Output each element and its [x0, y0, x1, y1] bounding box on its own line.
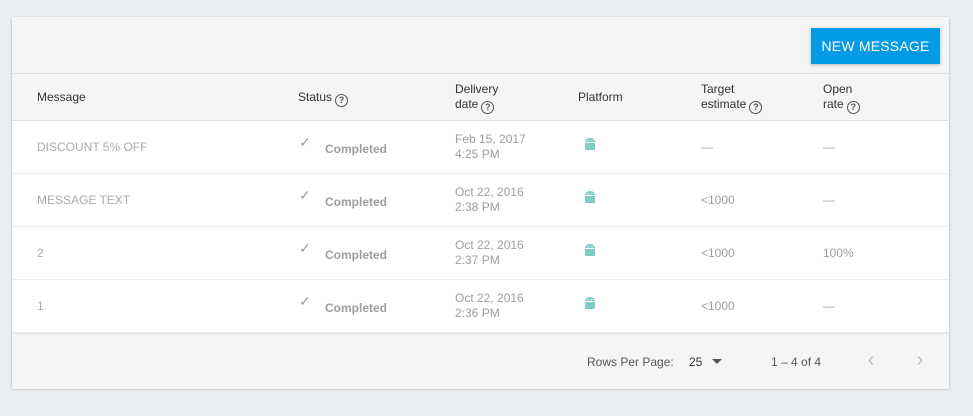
table-footer: Rows Per Page: 25 1 – 4 of 4 ‹ › [12, 333, 949, 389]
delivery-date: Oct 22, 2016 2:38 PM [455, 185, 524, 214]
help-icon[interactable]: ? [846, 101, 860, 114]
column-header-platform[interactable]: Platform [578, 90, 623, 105]
message-text: DISCOUNT 5% OFF [37, 140, 148, 154]
check-icon: ✓ [299, 134, 311, 150]
target-estimate: — [701, 140, 713, 154]
chevron-left-icon[interactable]: ‹ [860, 350, 882, 372]
check-icon: ✓ [299, 293, 311, 309]
target-estimate: <1000 [701, 299, 735, 313]
table-header: Message Status? Delivery date? Platform T… [12, 74, 949, 121]
open-rate: 100% [823, 246, 854, 260]
check-icon: ✓ [299, 240, 311, 256]
table-row[interactable]: 1 ✓ Completed Oct 22, 2016 2:36 PM <1000 — [12, 280, 949, 333]
check-icon: ✓ [299, 187, 311, 203]
column-header-message[interactable]: Message [37, 90, 86, 105]
table-row[interactable]: 2 ✓ Completed Oct 22, 2016 2:37 PM <1000 1… [12, 227, 949, 280]
android-icon [583, 190, 597, 207]
chevron-right-icon[interactable]: › [909, 350, 931, 372]
rows-per-page-select[interactable]: 25 [689, 355, 702, 369]
open-rate: — [823, 140, 835, 154]
status-cell: ✓ Completed [299, 187, 387, 209]
status-cell: ✓ Completed [299, 134, 387, 156]
android-icon [583, 137, 597, 154]
caret-down-icon[interactable] [712, 359, 722, 364]
open-rate: — [823, 193, 835, 207]
status-cell: ✓ Completed [299, 240, 387, 262]
page-range: 1 – 4 of 4 [771, 355, 822, 369]
column-header-delivery-date[interactable]: Delivery date? [455, 82, 498, 114]
message-text: 2 [37, 246, 44, 260]
messages-card: NEW MESSAGE Message Status? Delivery date… [12, 17, 949, 389]
message-text: 1 [37, 299, 44, 313]
delivery-date: Oct 22, 2016 2:36 PM [455, 291, 524, 320]
help-icon[interactable]: ? [481, 101, 495, 114]
rows-per-page-label: Rows Per Page: [587, 355, 674, 369]
card-toolbar: NEW MESSAGE [12, 17, 949, 74]
target-estimate: <1000 [701, 193, 735, 207]
message-text: MESSAGE TEXT [37, 193, 131, 207]
status-text: Completed [325, 248, 388, 262]
android-icon [583, 243, 597, 260]
table-row[interactable]: DISCOUNT 5% OFF ✓ Completed Feb 15, 2017 4… [12, 121, 949, 174]
new-message-button[interactable]: NEW MESSAGE [811, 28, 940, 64]
delivery-date: Feb 15, 2017 4:25 PM [455, 132, 526, 161]
status-text: Completed [325, 195, 388, 209]
status-cell: ✓ Completed [299, 293, 387, 315]
help-icon[interactable]: ? [749, 101, 763, 114]
status-text: Completed [325, 301, 388, 315]
column-header-target-estimate[interactable]: Target estimate? [701, 82, 763, 114]
delivery-date: Oct 22, 2016 2:37 PM [455, 238, 524, 267]
open-rate: — [823, 299, 835, 313]
help-icon[interactable]: ? [335, 94, 349, 107]
table-row[interactable]: MESSAGE TEXT ✓ Completed Oct 22, 2016 2:38… [12, 174, 949, 227]
target-estimate: <1000 [701, 246, 735, 260]
android-icon [583, 296, 597, 313]
status-text: Completed [325, 142, 388, 156]
column-header-status[interactable]: Status? [298, 90, 349, 107]
column-header-open-rate[interactable]: Open rate? [823, 82, 860, 114]
